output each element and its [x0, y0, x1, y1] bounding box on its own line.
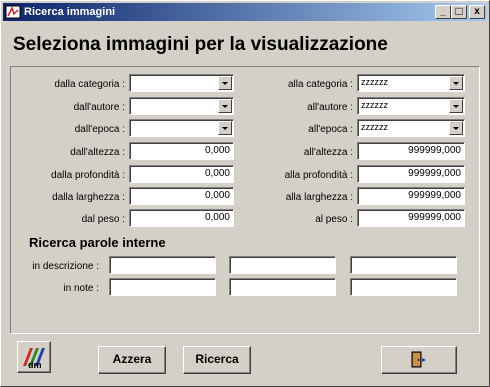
in-description-label: in descrizione :: [32, 261, 99, 272]
from-width-label: dalla larghezza :: [52, 192, 125, 203]
logo-text: dm: [28, 360, 42, 370]
notes-keyword-input-2[interactable]: [229, 278, 336, 296]
to-epoch-label: all'epoca :: [308, 124, 353, 135]
chevron-down-icon[interactable]: [218, 99, 232, 113]
keyword-search-title: Ricerca parole interne: [29, 235, 166, 250]
notes-keyword-input-3[interactable]: [350, 278, 457, 296]
description-keyword-input-1[interactable]: [109, 256, 216, 274]
to-weight-label: al peso :: [315, 214, 353, 225]
from-weight-input[interactable]: 0,000: [129, 209, 234, 227]
dm-logo-button[interactable]: dm: [17, 341, 51, 373]
dm-logo-icon: dm: [23, 348, 45, 370]
search-images-window: Ricerca immagini _ □ x Seleziona immagin…: [0, 0, 490, 387]
chevron-down-icon[interactable]: [218, 76, 232, 90]
to-author-value: zzzzzz: [361, 100, 388, 110]
chevron-down-icon[interactable]: [449, 99, 463, 113]
to-category-value: zzzzzz: [361, 77, 388, 87]
from-width-input[interactable]: 0,000: [129, 187, 234, 205]
close-button[interactable]: x: [469, 5, 485, 19]
window-title: Ricerca immagini: [24, 6, 116, 18]
from-height-label: dall'altezza :: [70, 147, 125, 158]
app-icon: [5, 5, 21, 19]
from-category-label: dalla categoria :: [54, 79, 125, 90]
maximize-button[interactable]: □: [451, 5, 467, 19]
from-category-select[interactable]: [129, 74, 234, 92]
in-notes-label: in note :: [63, 283, 99, 294]
from-height-input[interactable]: 0,000: [129, 142, 234, 160]
chevron-down-icon[interactable]: [449, 121, 463, 135]
to-epoch-value: zzzzzz: [361, 122, 388, 132]
to-depth-label: alla profondità :: [284, 170, 353, 181]
from-author-select[interactable]: [129, 97, 234, 115]
to-width-input[interactable]: 999999,000: [357, 187, 465, 205]
from-epoch-label: dall'epoca :: [74, 124, 125, 135]
page-title: Seleziona immagini per la visualizzazion…: [13, 34, 388, 55]
to-width-label: alla larghezza :: [285, 192, 353, 203]
description-keyword-input-3[interactable]: [350, 256, 457, 274]
to-author-label: all'autore :: [307, 102, 353, 113]
from-depth-label: dalla profondità :: [51, 170, 125, 181]
exit-door-icon: [411, 351, 426, 368]
to-height-label: all'altezza :: [303, 147, 353, 158]
to-depth-input[interactable]: 999999,000: [357, 165, 465, 183]
from-weight-label: dal peso :: [81, 214, 125, 225]
to-height-input[interactable]: 999999,000: [357, 142, 465, 160]
to-category-select[interactable]: zzzzzz: [357, 74, 465, 92]
from-depth-input[interactable]: 0,000: [129, 165, 234, 183]
description-keyword-input-2[interactable]: [229, 256, 336, 274]
chevron-down-icon[interactable]: [449, 76, 463, 90]
search-button[interactable]: Ricerca: [183, 346, 251, 374]
minimize-button[interactable]: _: [435, 5, 451, 19]
chevron-down-icon[interactable]: [218, 121, 232, 135]
title-bar[interactable]: Ricerca immagini _ □ x: [3, 3, 487, 21]
exit-button[interactable]: [381, 346, 457, 374]
reset-button[interactable]: Azzera: [98, 346, 166, 374]
to-epoch-select[interactable]: zzzzzz: [357, 119, 465, 137]
to-category-label: alla categoria :: [287, 79, 353, 90]
notes-keyword-input-1[interactable]: [109, 278, 216, 296]
from-epoch-select[interactable]: [129, 119, 234, 137]
to-author-select[interactable]: zzzzzz: [357, 97, 465, 115]
from-author-label: dall'autore :: [73, 102, 125, 113]
to-weight-input[interactable]: 999999,000: [357, 209, 465, 227]
